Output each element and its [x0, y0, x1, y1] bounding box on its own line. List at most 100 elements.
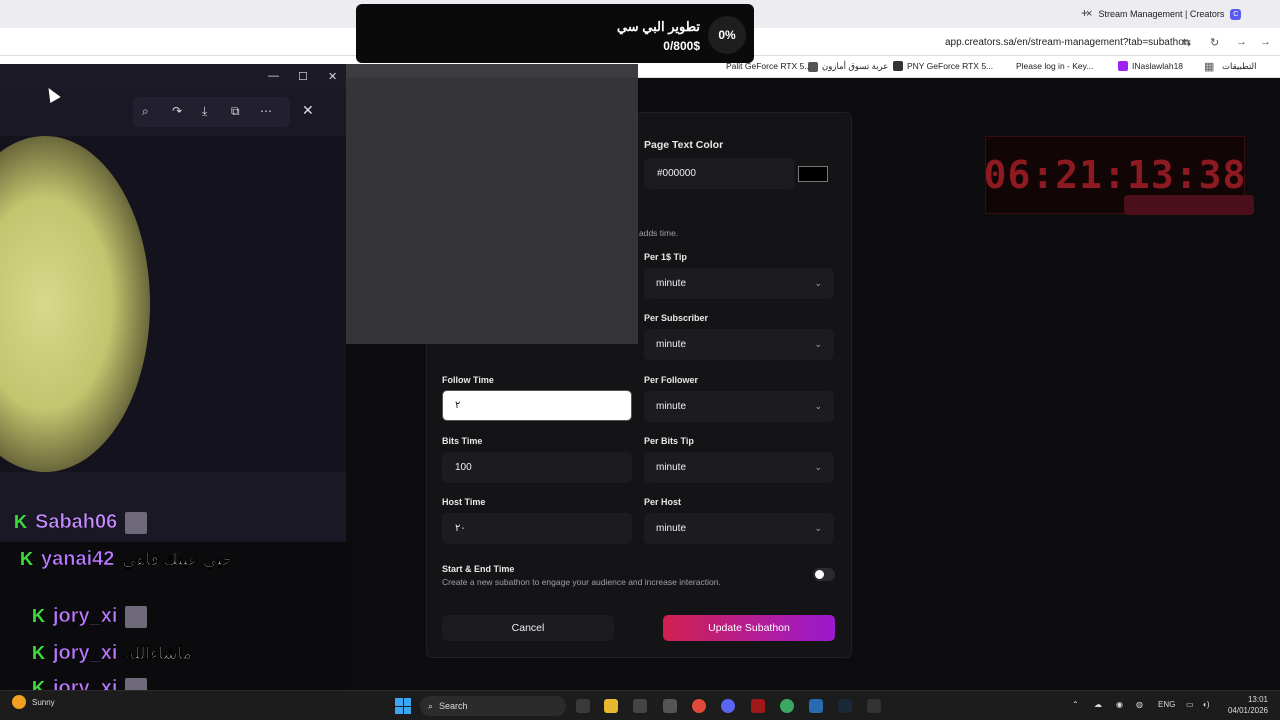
sun-icon [12, 695, 26, 709]
per-subscriber-label: Per Subscriber [644, 313, 709, 323]
chevron-down-icon: ⌄ [814, 523, 822, 533]
per-bits-label: Per Bits Tip [644, 436, 694, 446]
pny-icon [893, 61, 903, 71]
page-text-color-label: Page Text Color [644, 139, 724, 151]
photo-content [0, 136, 346, 472]
maximize-icon[interactable]: ☐ [298, 70, 308, 83]
taskbar-search[interactable]: ⌕ Search [420, 696, 566, 716]
weather-text: Sunny [32, 697, 55, 707]
back-icon[interactable]: → [1260, 36, 1271, 48]
follow-time-label: Follow Time [442, 375, 494, 385]
host-time-input[interactable]: ٢٠ [442, 513, 632, 544]
start-end-label: Start & End Time [442, 564, 515, 574]
open-external-icon[interactable]: ⧉ [231, 104, 240, 119]
file-explorer-icon[interactable] [604, 699, 618, 713]
close-icon[interactable]: ✕ [328, 70, 337, 83]
search-placeholder: Search [439, 701, 468, 711]
task-view-icon[interactable] [576, 699, 590, 713]
update-subathon-button[interactable]: Update Subathon [663, 615, 835, 641]
kick-badge-icon: K [32, 643, 45, 663]
create-subathon-button[interactable] [1124, 195, 1254, 215]
chat-text: حيي عينك فاهي [122, 549, 233, 569]
per-host-select[interactable]: minute ⌄ [644, 513, 834, 544]
app-icon[interactable] [633, 699, 647, 713]
viewer-close-icon[interactable]: ✕ [302, 102, 314, 119]
bits-time-input[interactable]: 100 [442, 452, 632, 483]
cancel-button[interactable]: Cancel [442, 615, 614, 641]
page-text-color-input[interactable]: #000000 [644, 158, 794, 189]
onedrive-icon[interactable]: ☁ [1094, 700, 1102, 709]
download-icon[interactable]: ⤓ [202, 104, 207, 119]
start-end-hint: Create a new subathon to engage your aud… [442, 577, 721, 587]
chrome-icon[interactable] [780, 699, 794, 713]
epic-games-icon[interactable] [867, 699, 881, 713]
taskbar-clock[interactable]: 13:01 04/01/2026 [1228, 694, 1268, 716]
photo-glow [0, 136, 150, 472]
minimize-icon[interactable]: — [268, 70, 279, 82]
per-tip-label: Per 1$ Tip [644, 252, 687, 262]
url-text[interactable]: app.creators.sa/en/stream-management?tab… [945, 37, 1189, 48]
chat-username: jory_xi [53, 605, 118, 628]
kick-badge-icon: K [32, 606, 45, 626]
bookmark-amazon[interactable]: عربة تسوق أمازون [808, 61, 888, 72]
donation-goal-overlay: 0% تطوير البي سي 0/800$ [356, 4, 754, 63]
start-end-toggle[interactable] [813, 568, 835, 581]
toggle-knob [815, 570, 824, 579]
chevron-down-icon: ⌄ [814, 401, 822, 411]
chrome-icon[interactable] [692, 699, 706, 713]
per-host-label: Per Host [644, 497, 682, 507]
goal-percent: 0% [708, 16, 746, 54]
bookmark-keys[interactable]: Please log in - Key... [1016, 61, 1093, 71]
color-swatch[interactable] [798, 166, 828, 182]
network-icon[interactable]: ◍ [1136, 700, 1143, 709]
kick-icon [1118, 61, 1128, 71]
kick-badge-icon: K [20, 549, 33, 569]
steam-icon[interactable] [838, 699, 852, 713]
viewer-toolbar: ⌕ ↷ ⤓ ⧉ ⋯ [133, 97, 290, 127]
forward-icon[interactable]: → [1236, 36, 1247, 48]
search-icon: ⌕ [428, 700, 434, 711]
language-indicator[interactable]: ENG [1158, 700, 1175, 709]
discord-icon[interactable] [721, 699, 735, 713]
kick-badge-icon: K [14, 512, 27, 532]
microphone-icon[interactable]: ◉ [1116, 700, 1123, 709]
per-follower-label: Per Follower [644, 375, 699, 385]
bookmark-kick[interactable]: INaslawlah18 [1118, 61, 1183, 71]
chat-username: Sabah06 [35, 511, 118, 534]
follow-time-input[interactable]: ٢ [442, 390, 632, 421]
rotate-icon[interactable]: ↷ [172, 104, 182, 118]
chevron-down-icon: ⌄ [814, 278, 822, 288]
per-tip-select[interactable]: minute ⌄ [644, 268, 834, 299]
weather-widget[interactable]: Sunny [12, 695, 55, 709]
overlay-preview-panel [346, 64, 638, 344]
photo-viewer-window: — ☐ ✕ ⌕ ↷ ⤓ ⧉ ⋯ ✕ [0, 64, 346, 542]
settings-icon[interactable] [663, 699, 677, 713]
goal-title: تطوير البي سي [616, 19, 700, 34]
browser-tab[interactable]: × Stream Management | Creators C [1080, 4, 1258, 24]
app-icon[interactable] [751, 699, 765, 713]
bookmark-pny[interactable]: PNY GeForce RTX 5... [893, 61, 993, 71]
tab-title: Stream Management | Creators [1098, 9, 1225, 19]
volume-icon[interactable]: ◖) [1202, 700, 1210, 709]
reload-icon[interactable]: ↻ [1210, 36, 1219, 49]
app-icon[interactable] [809, 699, 823, 713]
chat-message: K yanai42 حيي عينك فاهي [20, 548, 233, 571]
bookmark-apps[interactable]: التطبيقات [1222, 61, 1257, 72]
per-bits-select[interactable]: minute ⌄ [644, 452, 834, 483]
zoom-icon[interactable]: ⌕ [142, 104, 149, 119]
chat-message: K jory_xi ماشاءالله [32, 642, 192, 665]
taskbar: Sunny ⌕ Search ⌃ ☁ ◉ ◍ ENG ▭ ◖) 13:01 04… [0, 690, 1280, 720]
windows-start-icon[interactable] [395, 698, 411, 714]
user-badge-icon [125, 511, 148, 534]
per-subscriber-select[interactable]: minute ⌄ [644, 329, 834, 360]
user-badge-icon [125, 605, 148, 628]
apps-grid-icon[interactable]: ▦ [1204, 60, 1214, 73]
close-tab-icon[interactable]: × [1086, 8, 1092, 20]
display-icon[interactable]: ▭ [1186, 700, 1194, 709]
chat-username: yanai42 [41, 548, 115, 571]
more-icon[interactable]: ⋯ [260, 104, 272, 118]
chevron-up-icon[interactable]: ⌃ [1072, 700, 1079, 709]
chat-message: K jory_xi [32, 605, 148, 628]
translate-icon[interactable]: ⇆ [1182, 36, 1191, 49]
per-follower-select[interactable]: minute ⌄ [644, 391, 834, 422]
